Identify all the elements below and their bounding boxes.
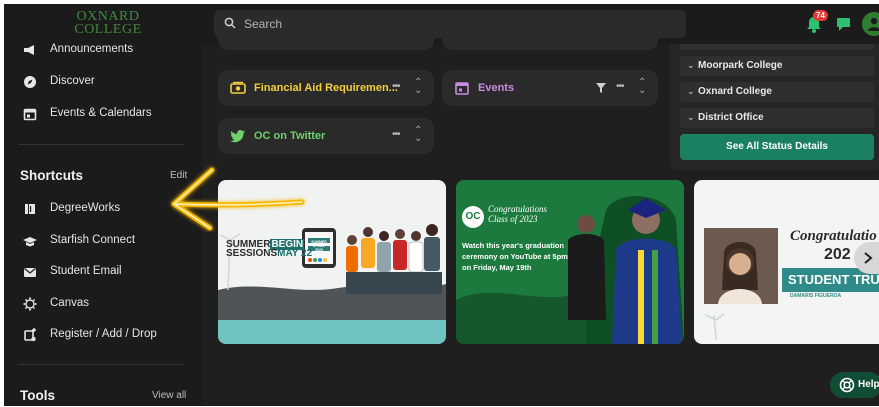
system-status-panel: ⌄ Moorpark College ⌄ Oxnard College ⌄ Di… bbox=[670, 44, 879, 170]
graduation-slide-title: Congratulations Class of 2023 bbox=[488, 204, 547, 224]
graduation-cap-icon bbox=[23, 237, 37, 247]
status-row-moorpark[interactable]: ⌄ Moorpark College bbox=[680, 56, 874, 76]
canvas-icon bbox=[23, 297, 37, 311]
trustee-slide-artwork bbox=[704, 228, 879, 341]
tools-view-all-link[interactable]: View all bbox=[152, 390, 186, 401]
summer-badge-line3: 2023 bbox=[315, 248, 323, 252]
search-icon bbox=[224, 17, 236, 29]
money-icon bbox=[230, 81, 246, 94]
summer-title-date: MAY 22 bbox=[277, 248, 313, 259]
status-row-label: District Office bbox=[698, 112, 764, 123]
shortcut-label: Starfish Connect bbox=[50, 234, 136, 246]
app-window: OXNARD COLLEGE 74 bbox=[4, 4, 879, 406]
sidebar-item-announcements[interactable]: Announcements bbox=[4, 37, 202, 63]
chevron-down-icon: ⌄ bbox=[687, 86, 695, 96]
help-button-label: Help bbox=[858, 379, 879, 390]
see-all-status-button[interactable]: See All Status Details bbox=[680, 134, 874, 160]
register-icon bbox=[24, 328, 36, 342]
calendar-icon bbox=[455, 82, 469, 95]
status-row-label: Moorpark College bbox=[698, 60, 783, 71]
more-options-icon[interactable]: ••• bbox=[392, 129, 400, 140]
help-lifebuoy-icon bbox=[839, 377, 855, 393]
summer-title-line2: SESSIONS bbox=[226, 248, 278, 259]
user-avatar[interactable] bbox=[862, 12, 879, 36]
card-oc-on-twitter[interactable]: OC on Twitter ••• ⌃ ⌄ bbox=[218, 118, 434, 154]
summer-badge-text: SUMMER & FALL 2023 bbox=[308, 240, 330, 252]
shortcut-label: DegreeWorks bbox=[50, 202, 121, 214]
user-icon bbox=[868, 17, 879, 31]
shortcut-canvas[interactable]: Canvas bbox=[4, 291, 202, 317]
card-partial-top-2 bbox=[442, 30, 658, 50]
shortcut-label: Register / Add / Drop bbox=[50, 328, 157, 340]
shortcuts-heading: Shortcuts bbox=[20, 168, 84, 183]
chevron-right-icon bbox=[864, 252, 873, 264]
twitter-icon bbox=[230, 130, 245, 143]
carousel-next-button[interactable] bbox=[854, 242, 879, 274]
college-logo[interactable]: OXNARD COLLEGE bbox=[68, 10, 148, 37]
megaphone-icon bbox=[24, 45, 34, 55]
shortcut-label: Canvas bbox=[50, 297, 89, 309]
graduation-title-line1: Congratulations bbox=[488, 204, 548, 214]
logo-line-2: COLLEGE bbox=[74, 22, 142, 37]
graduation-text-line3: on Friday, May 19th bbox=[462, 263, 532, 272]
sidebar-item-discover[interactable]: Discover bbox=[4, 69, 202, 95]
card-title: OC on Twitter bbox=[254, 130, 326, 142]
graduation-slide-text: Watch this year's graduation ceremony on… bbox=[462, 240, 568, 273]
reorder-icon[interactable]: ⌃ ⌄ bbox=[414, 78, 422, 96]
status-row-oxnard[interactable]: ⌄ Oxnard College bbox=[680, 82, 874, 102]
filter-icon[interactable] bbox=[596, 83, 606, 93]
envelope-icon bbox=[24, 268, 36, 277]
more-options-icon[interactable]: ••• bbox=[616, 81, 624, 92]
trustee-slide-year: 202 bbox=[824, 246, 851, 263]
sidebar-divider bbox=[18, 144, 184, 145]
card-partial-top-1 bbox=[218, 30, 434, 50]
status-row-district[interactable]: ⌄ District Office bbox=[680, 108, 874, 128]
trustee-slide-banner: STUDENT TRUS bbox=[788, 272, 879, 287]
card-financial-aid[interactable]: Financial Aid Requiremen... ••• ⌃ ⌄ bbox=[218, 70, 434, 106]
status-row-partial bbox=[680, 44, 874, 50]
chevron-down-icon: ⌄ bbox=[687, 60, 695, 70]
carousel-slide-graduation[interactable]: OC Congratulations Class of 2023 Watch t… bbox=[456, 180, 684, 344]
shortcut-student-email[interactable]: Student Email bbox=[4, 259, 202, 285]
card-events[interactable]: Events ••• ⌃ ⌄ bbox=[442, 70, 658, 106]
sidebar-item-label: Discover bbox=[50, 75, 95, 87]
summer-slide-title: SUMMERBEGIN SESSIONSMAY 22 bbox=[226, 239, 313, 259]
card-title: Financial Aid Requiremen... bbox=[254, 82, 398, 94]
help-button[interactable]: Help bbox=[830, 372, 879, 398]
sidebar-item-label: Announcements bbox=[50, 43, 134, 55]
carousel-slide-student-trustee[interactable]: Congratulatio 202 STUDENT TRUS DAMARIS F… bbox=[694, 180, 879, 344]
reorder-icon[interactable]: ⌃ ⌄ bbox=[414, 126, 422, 144]
card-title: Events bbox=[478, 82, 515, 94]
reorder-icon[interactable]: ⌃ ⌄ bbox=[638, 78, 646, 96]
sidebar-divider bbox=[18, 364, 184, 365]
more-options-icon[interactable]: ••• bbox=[392, 81, 400, 92]
graduation-text-line2: ceremony on YouTube at 5pm bbox=[462, 252, 568, 261]
oc-logo-icon: OC bbox=[462, 206, 484, 228]
graduation-title-line2: Class of 2023 bbox=[488, 214, 538, 224]
sidebar-item-events-calendars[interactable]: Events & Calendars bbox=[4, 101, 202, 127]
notification-count-badge: 74 bbox=[813, 10, 828, 21]
shortcut-register-add-drop[interactable]: Register / Add / Drop bbox=[4, 322, 202, 348]
trustee-slide-name: DAMARIS FIGUEROA bbox=[790, 293, 842, 299]
graduation-text-line1: Watch this year's graduation bbox=[462, 241, 564, 250]
shortcut-label: Student Email bbox=[50, 265, 122, 277]
book-icon bbox=[25, 204, 35, 214]
chat-icon[interactable] bbox=[834, 14, 854, 34]
annotation-arrow bbox=[171, 167, 305, 231]
tools-heading: Tools bbox=[20, 388, 55, 403]
chevron-down-icon: ⌄ bbox=[687, 112, 695, 122]
status-row-label: Oxnard College bbox=[698, 86, 772, 97]
calendar-icon bbox=[23, 108, 37, 121]
sidebar-item-label: Events & Calendars bbox=[50, 107, 152, 119]
compass-icon bbox=[24, 76, 36, 88]
